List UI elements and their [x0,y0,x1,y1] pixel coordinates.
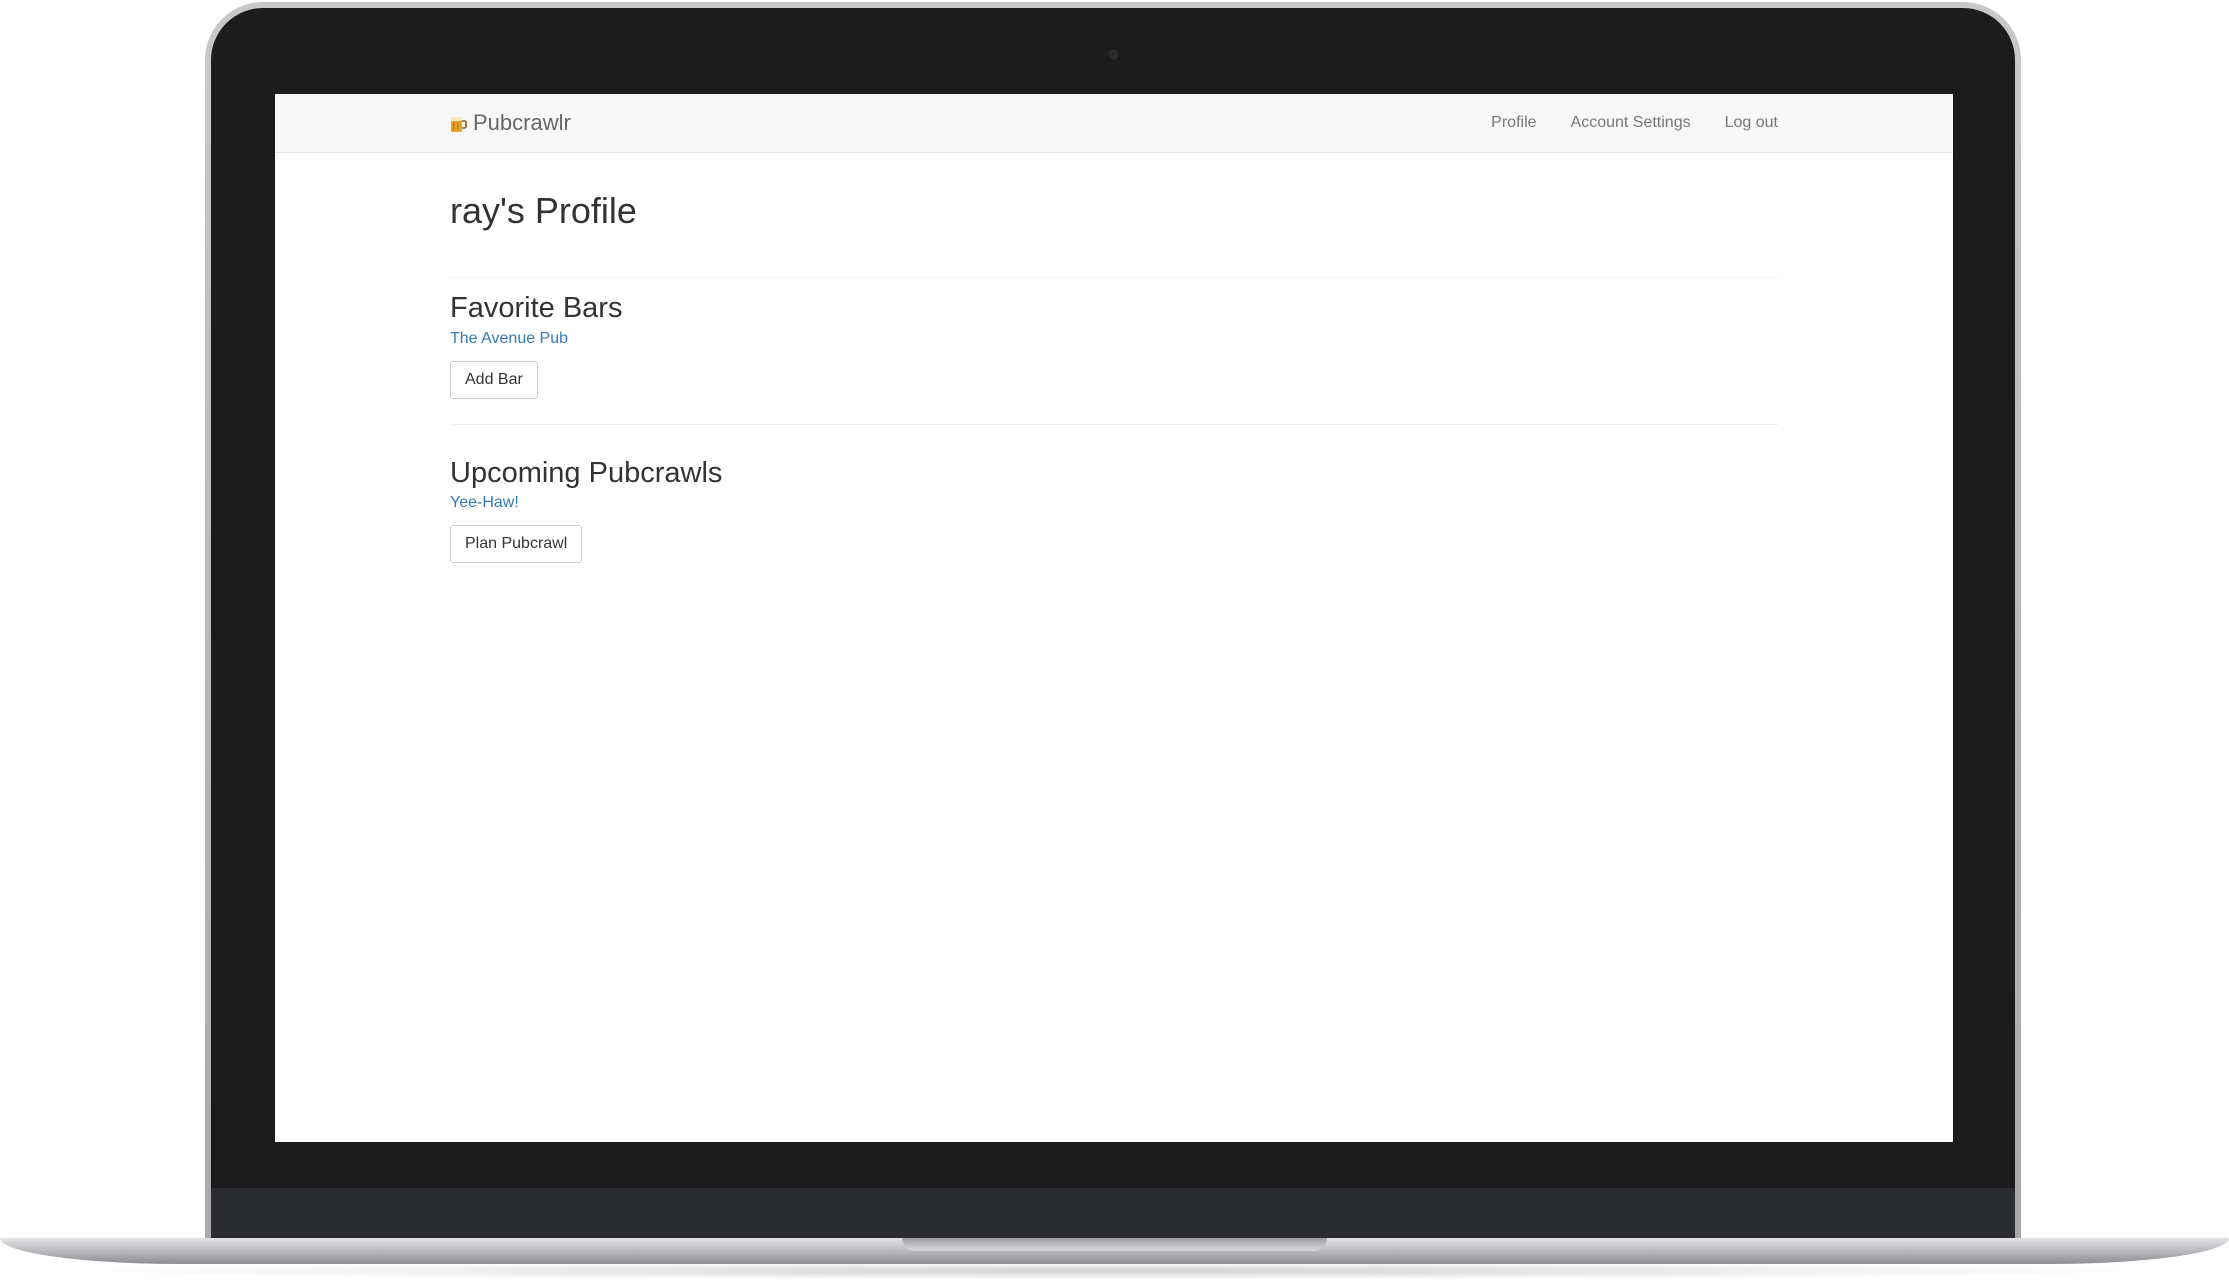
divider [450,277,1778,278]
divider [450,424,1778,425]
nav-profile-link[interactable]: Profile [1491,114,1536,132]
navbar: Pubcrawlr Profile Account Settings Log o… [275,94,1953,153]
plan-pubcrawl-button[interactable]: Plan Pubcrawl [450,525,583,563]
favorite-bar-link[interactable]: The Avenue Pub [450,330,568,348]
device-mockup: Pubcrawlr Profile Account Settings Log o… [0,0,2229,1287]
camera-icon [1107,48,1120,61]
laptop-chin [211,1188,2015,1242]
nav-logout-link[interactable]: Log out [1725,114,1778,132]
nav-menu: Profile Account Settings Log out [1457,94,1778,152]
brand-link[interactable]: Pubcrawlr [450,108,571,138]
browser-viewport: Pubcrawlr Profile Account Settings Log o… [275,94,1953,1142]
pubcrawl-link[interactable]: Yee-Haw! [450,494,519,512]
beer-mug-icon [450,114,467,133]
add-bar-button[interactable]: Add Bar [450,361,538,399]
laptop-notch [902,1238,1327,1251]
brand-name: Pubcrawlr [473,110,571,135]
page-title: ray's Profile [450,190,637,231]
nav-account-settings-link[interactable]: Account Settings [1571,114,1691,132]
pubcrawls-heading: Upcoming Pubcrawls [450,457,723,489]
laptop-shadow [60,1262,2169,1280]
favorite-bars-heading: Favorite Bars [450,292,623,324]
